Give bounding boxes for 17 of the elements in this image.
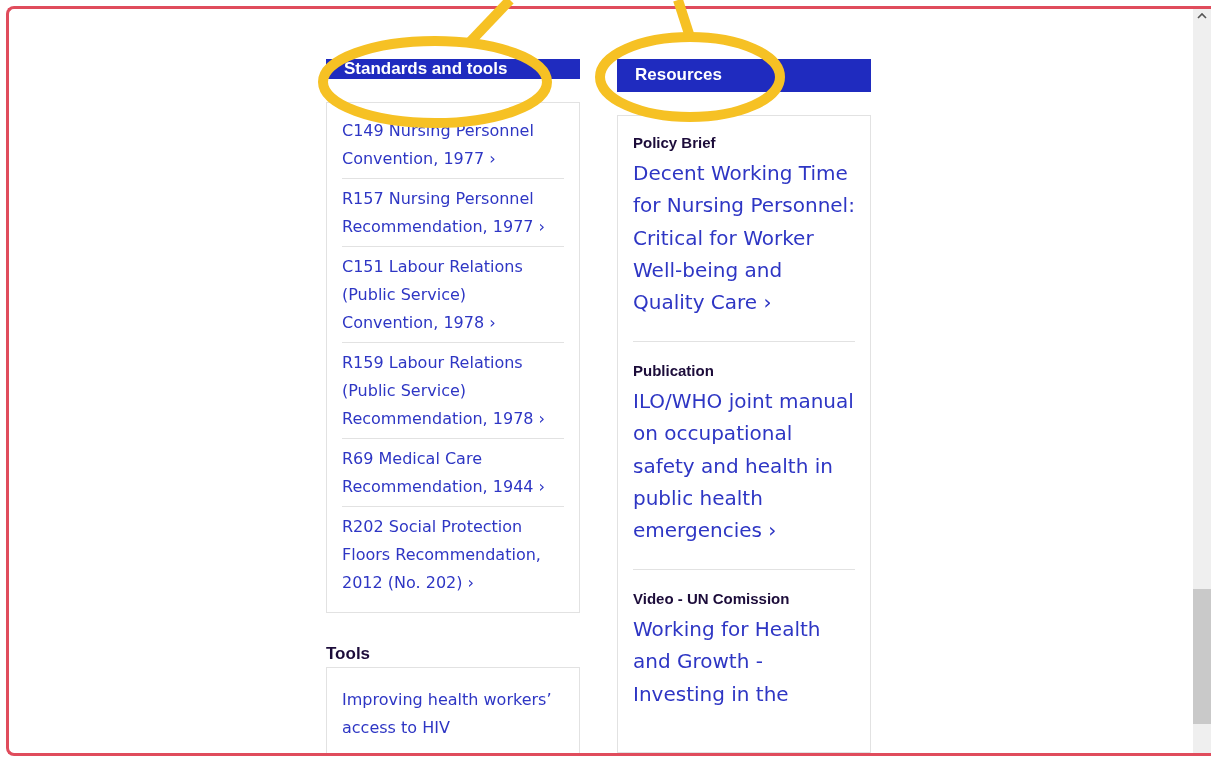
section-heading: Standards and tools xyxy=(326,59,580,79)
scrollbar[interactable] xyxy=(1193,9,1211,753)
resource-type: Video - UN Comission xyxy=(633,589,791,607)
resource-type: Publication xyxy=(633,361,715,379)
standard-link[interactable]: R159 Labour Relations (Public Service) Recommendation, 1978 › xyxy=(342,343,564,439)
tools-heading: Tools xyxy=(326,644,372,664)
tool-link[interactable]: Improving health workers’ access to HIV xyxy=(342,680,564,747)
standard-link[interactable]: R69 Medical Care Recommendation, 1944 › xyxy=(342,439,564,507)
resource-type: Policy Brief xyxy=(633,133,717,151)
resource-link[interactable]: Working for Health and Growth - Investing in the xyxy=(633,612,855,710)
standard-link[interactable]: R202 Social Protection Floors Recommendation, 2012 (No. 202) › xyxy=(342,507,564,602)
section-heading: Resources xyxy=(617,59,871,92)
standard-link[interactable]: C151 Labour Relations (Public Service) Convention, 1978 › xyxy=(342,247,564,343)
resource-link[interactable]: ILO/WHO joint manual on occupational safety and health in public health emergencies › xyxy=(633,384,855,547)
resource-link[interactable]: Decent Working Time for Nursing Personnel: Critical for Worker Well-being and Quality Care › xyxy=(633,156,855,319)
scroll-thumb[interactable] xyxy=(1193,589,1211,724)
standard-link[interactable]: R157 Nursing Personnel Recommendation, 1977 › xyxy=(342,179,564,247)
